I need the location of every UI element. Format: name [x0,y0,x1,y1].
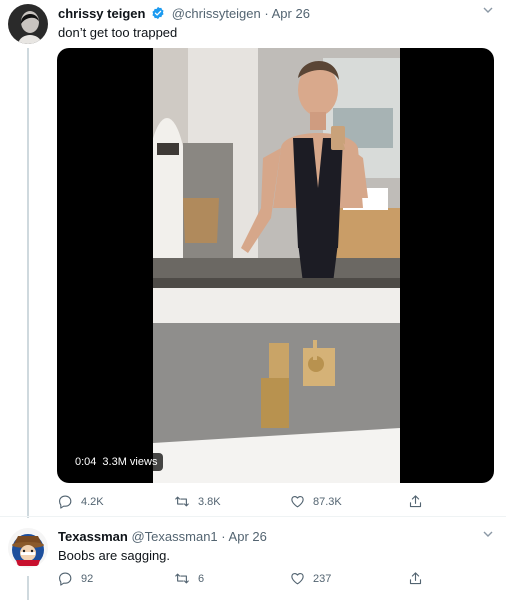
share-icon [409,572,422,585]
reply-button[interactable]: 92 [58,571,93,586]
share-button[interactable] [408,571,431,586]
reply-icon [59,572,72,586]
separator: · [221,529,226,544]
tweet-actions: 92 6 237 [58,571,458,589]
retweet-button[interactable]: 6 [174,571,204,586]
share-icon [409,495,422,508]
more-chevron-icon[interactable] [482,528,494,543]
thread-line [27,48,29,518]
reply-count: 92 [81,572,94,585]
timestamp[interactable]: Apr 26 [272,6,310,21]
retweet-icon [175,496,189,507]
tweet-header: chrissy teigen @chrissyteigen · Apr 26 [58,6,310,21]
avatar[interactable] [8,528,48,568]
reply-icon [59,495,72,509]
heart-icon [291,572,304,585]
thread-line-lower [27,576,29,600]
like-button[interactable]: 87.3K [290,494,342,509]
video-thumbnail[interactable] [153,48,400,483]
handle[interactable]: @chrissyteigen [172,6,261,21]
heart-icon [291,495,304,508]
like-count: 87.3K [313,495,342,508]
like-count: 237 [313,572,332,585]
retweet-button[interactable]: 3.8K [174,494,221,509]
avatar[interactable] [8,4,48,44]
reply-count: 4.2K [81,495,104,508]
tweet-main[interactable]: chrissy teigen @chrissyteigen · Apr 26 d… [0,0,506,518]
more-chevron-icon[interactable] [482,4,494,19]
tweet-text: don’t get too trapped [58,25,178,40]
tweet-reply[interactable]: Texassman @Texassman1 · Apr 26 Boobs are… [0,520,506,600]
retweet-count: 6 [198,572,205,585]
video-player[interactable]: 0:04 3.3M views [57,48,494,483]
separator: · [264,6,269,21]
like-button[interactable]: 237 [290,571,331,586]
display-name[interactable]: Texassman [58,529,128,544]
share-button[interactable] [408,494,431,509]
retweet-count: 3.8K [198,495,221,508]
video-time: 0:04 [75,456,97,468]
retweet-icon [175,573,189,584]
handle[interactable]: @Texassman1 [131,529,217,544]
display-name[interactable]: chrissy teigen [58,6,145,21]
tweet-text: Boobs are sagging. [58,548,171,563]
tweet-divider [0,516,506,517]
timestamp[interactable]: Apr 26 [229,529,267,544]
tweet-header: Texassman @Texassman1 · Apr 26 [58,529,267,544]
video-badge: 0:04 3.3M views [69,453,164,471]
reply-button[interactable]: 4.2K [58,494,104,509]
tweet-actions: 4.2K 3.8K 87.3K [58,494,458,512]
video-views: 3.3M views [102,456,158,468]
verified-badge-icon [152,6,164,20]
